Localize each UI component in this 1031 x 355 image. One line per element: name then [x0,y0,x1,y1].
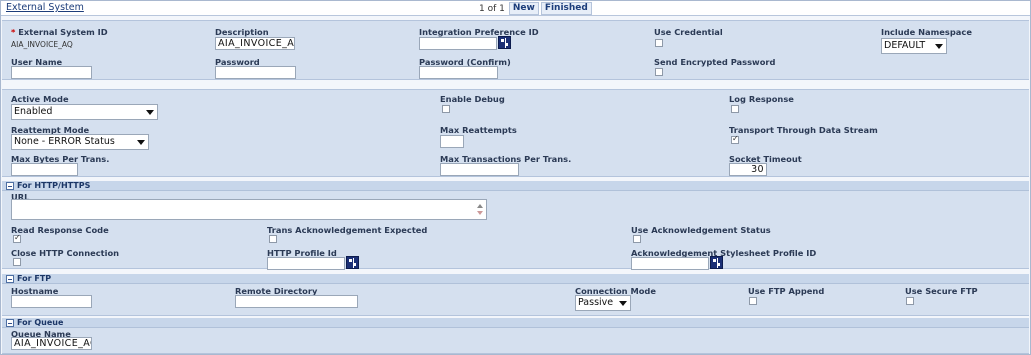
enable-debug-label: Enable Debug [440,94,505,104]
use-credential-label: Use Credential [654,27,723,37]
page-title: External System [6,2,84,13]
chevron-down-icon [146,110,154,115]
max-trans-input[interactable] [440,163,519,176]
max-bytes-input[interactable] [11,163,78,176]
secure-ftp-label: Use Secure FTP [905,286,978,296]
scroll-up-icon[interactable] [477,204,483,208]
http-section-header[interactable]: For HTTP/HTTPS [2,181,1029,191]
queue-section-header[interactable]: For Queue [2,318,1029,328]
title-bar: External System 1 of 1 New Finished [1,1,1030,16]
trans-ack-checkbox[interactable] [269,235,277,243]
max-reattempts-input[interactable] [440,135,464,148]
close-http-checkbox[interactable] [13,258,21,266]
close-http-label: Close HTTP Connection [11,248,120,258]
record-pager: 1 of 1 New Finished [479,2,592,15]
active-mode-select[interactable]: Enabled [11,104,158,120]
pager-count: 1 of 1 [479,3,505,14]
ftp-append-checkbox[interactable] [749,297,757,305]
trans-ack-label: Trans Acknowledgement Expected [267,225,428,235]
lookup-icon[interactable] [710,256,723,269]
chevron-down-icon [619,301,627,306]
transport-checkbox[interactable] [731,134,739,144]
log-response-label: Log Response [729,94,794,104]
chevron-down-icon [935,44,943,49]
description-label: Description [215,27,269,37]
enable-debug-checkbox[interactable] [442,105,450,113]
read-response-label: Read Response Code [11,225,109,235]
include-namespace-label: Include Namespace [881,27,972,37]
password-input[interactable] [215,66,296,79]
new-button[interactable]: New [508,2,539,15]
http-profile-input[interactable] [267,257,345,270]
finished-button[interactable]: Finished [540,2,592,15]
remote-dir-input[interactable] [235,295,358,308]
send-encrypted-checkbox[interactable] [655,68,663,76]
use-credential-checkbox[interactable] [655,39,663,47]
general-section: * External System ID AIA_INVOICE_AQ Desc… [2,20,1029,80]
ftp-section: Hostname Remote Directory Connection Mod… [2,284,1029,316]
lookup-icon[interactable] [346,256,359,269]
collapse-icon[interactable] [6,182,14,190]
ftp-section-header[interactable]: For FTP [2,274,1029,284]
chevron-down-icon [137,140,145,145]
lookup-icon[interactable] [498,36,511,49]
http-section: URL Read Response Code Trans Acknowledge… [2,191,1029,270]
socket-timeout-input[interactable]: 30 [729,163,767,176]
integration-pref-label: Integration Preference ID [419,27,539,37]
log-response-checkbox[interactable] [731,105,739,113]
scroll-down-icon[interactable] [477,211,483,215]
mode-section: Active Mode Enabled Enable Debug Log Res… [2,89,1029,177]
use-ack-label: Use Acknowledgement Status [631,225,771,235]
external-system-id-value: AIA_INVOICE_AQ [11,40,73,49]
ftp-append-label: Use FTP Append [748,286,825,296]
include-namespace-select[interactable]: DEFAULT [881,38,947,54]
conn-mode-select[interactable]: Passive [575,295,631,311]
secure-ftp-checkbox[interactable] [906,297,914,305]
user-name-input[interactable] [11,66,92,79]
reattempt-mode-select[interactable]: None - ERROR Status [11,134,149,150]
active-mode-label: Active Mode [11,94,69,104]
external-system-form: External System 1 of 1 New Finished * Ex… [0,0,1031,355]
collapse-icon[interactable] [6,275,14,283]
send-encrypted-label: Send Encrypted Password [654,57,776,67]
collapse-icon[interactable] [6,319,14,327]
external-system-id-label: * External System ID [11,27,108,37]
url-textarea[interactable] [11,199,487,220]
max-reattempts-label: Max Reattempts [440,125,517,135]
use-ack-checkbox[interactable] [633,235,641,243]
read-response-checkbox[interactable] [13,233,21,243]
description-input[interactable]: AIA_INVOICE_AQ [215,37,295,50]
password-confirm-input[interactable] [419,66,498,79]
queue-section: Queue Name AIA_INVOICE_AQ [2,328,1029,354]
integration-pref-input[interactable] [419,37,497,50]
transport-label: Transport Through Data Stream [729,125,878,135]
ack-stylesheet-input[interactable] [631,257,709,270]
queue-name-input[interactable]: AIA_INVOICE_AQ [11,337,92,350]
hostname-input[interactable] [11,295,92,308]
